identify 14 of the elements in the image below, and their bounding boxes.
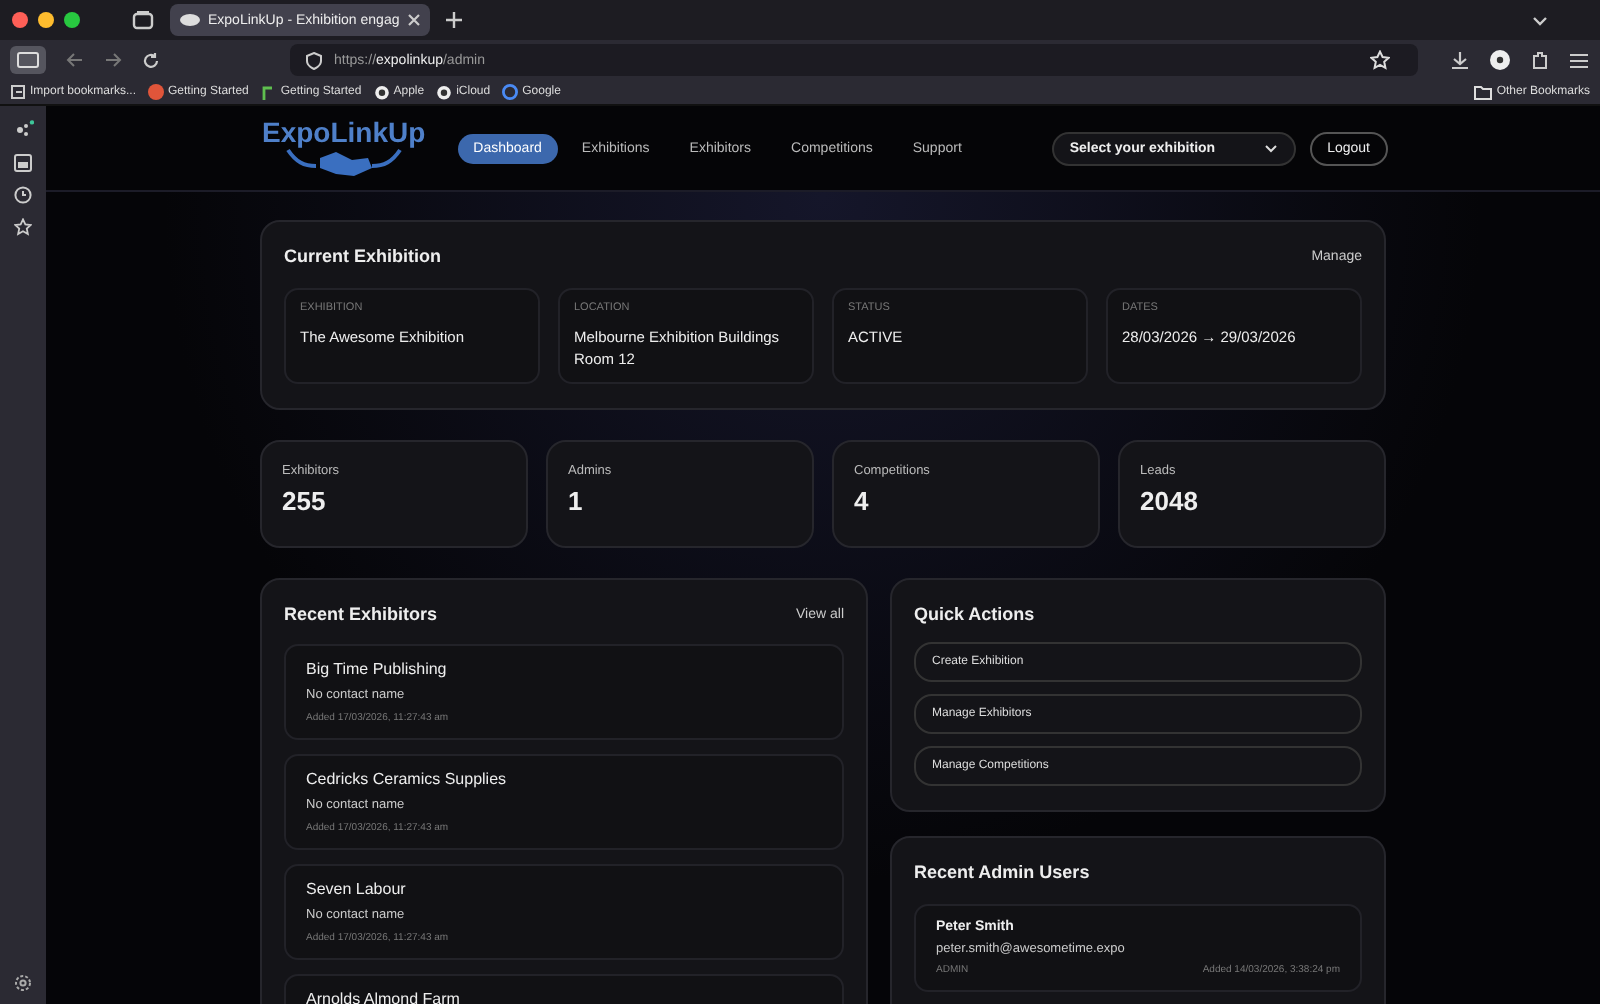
exhibitor-name: Arnolds Almond Farm	[306, 990, 462, 1004]
exhibitor-name: Big Time Publishing	[306, 660, 449, 678]
stat-value: 4	[854, 486, 871, 516]
card-title: Current Exhibition	[284, 246, 441, 266]
logo-text[interactable]: ExpoLinkUp	[262, 118, 426, 146]
card-title: Recent Admin Users	[914, 862, 1090, 882]
card-title: Quick Actions	[914, 604, 1035, 624]
exhibitor-item[interactable]: Arnolds Almond Farm	[284, 974, 844, 1004]
stat-value: 2048	[1140, 486, 1200, 516]
exhibitor-name: Seven Labour	[306, 880, 408, 898]
exhibitor-name: Cedricks Ceramics Supplies	[306, 770, 509, 788]
stat-value: 255	[282, 486, 328, 516]
stat-value: 1	[568, 486, 585, 516]
card-title: Recent Exhibitors	[284, 604, 438, 624]
